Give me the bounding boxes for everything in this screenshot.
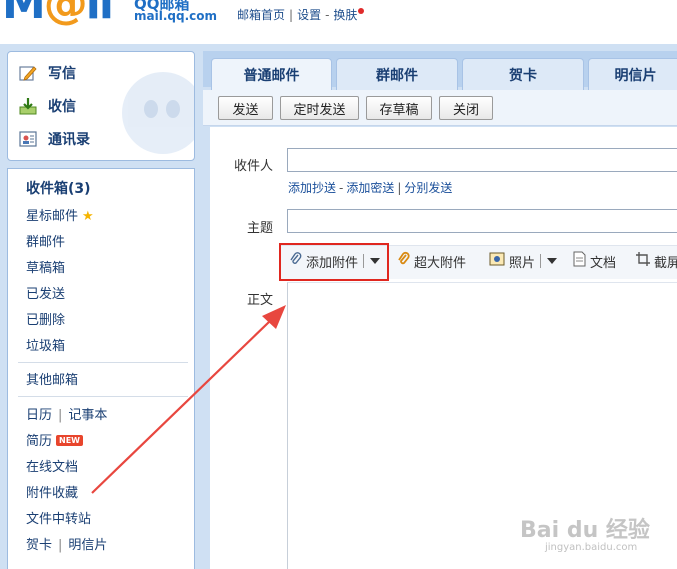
close-button[interactable]: 关闭 xyxy=(439,96,493,120)
new-badge: NEW xyxy=(56,435,83,446)
photo-icon xyxy=(489,252,505,270)
folder-group[interactable]: 群邮件 xyxy=(26,231,65,250)
download-icon xyxy=(18,96,38,116)
logo-letter: M xyxy=(2,0,46,29)
logo-domain: mail.qq.com xyxy=(134,9,217,23)
subject-label: 主题 xyxy=(247,221,274,236)
mascot-eye xyxy=(144,100,158,118)
large-paperclip-icon xyxy=(396,251,410,271)
folder-panel: 收件箱(3) 星标邮件 ★ 群邮件 草稿箱 已发送 已删除 垃圾箱 其他邮箱 日历… xyxy=(7,168,195,569)
separator: - xyxy=(325,8,330,22)
photo-button[interactable]: 照片 xyxy=(489,252,558,271)
send-button[interactable]: 发送 xyxy=(218,96,273,120)
folder-other[interactable]: 其他邮箱 xyxy=(26,369,78,388)
divider xyxy=(18,362,188,363)
attachments-link[interactable]: 附件收藏 xyxy=(26,482,78,501)
address-book-icon xyxy=(18,129,38,149)
separator: | xyxy=(58,538,63,553)
tab-group-mail[interactable]: 群邮件 xyxy=(336,58,458,90)
subject-input[interactable] xyxy=(287,209,677,233)
folder-starred-label: 星标邮件 xyxy=(26,209,79,224)
inbox-button[interactable]: 收信 xyxy=(18,93,76,119)
postcards-link[interactable]: 明信片 xyxy=(68,538,107,553)
app-header: M@il QQ邮箱 mail.qq.com 邮箱首页 | 设置 - 换肤 xyxy=(0,0,677,44)
chevron-down-icon[interactable] xyxy=(547,258,558,264)
cards-row: 贺卡 | 明信片 xyxy=(26,534,107,553)
calendar-link[interactable]: 日历 xyxy=(26,408,52,423)
add-bcc-link[interactable]: 添加密送 xyxy=(346,181,394,195)
resume-label: 简历 xyxy=(26,434,53,449)
folder-spam[interactable]: 垃圾箱 xyxy=(26,335,65,354)
notification-dot xyxy=(358,8,365,14)
folder-drafts[interactable]: 草稿箱 xyxy=(26,257,65,276)
mascot-eye xyxy=(166,100,180,118)
folder-sent[interactable]: 已发送 xyxy=(26,283,65,302)
quick-actions-panel: 写信 收信 通讯录 xyxy=(7,51,195,161)
separator: - xyxy=(339,181,344,195)
separator: | xyxy=(397,181,402,195)
watermark: Bai du 经验 xyxy=(520,518,650,543)
folder-inbox[interactable]: 收件箱(3) xyxy=(26,178,91,198)
mail-logo[interactable]: M@il xyxy=(2,0,114,29)
settings-link[interactable]: 设置 xyxy=(297,8,321,22)
large-attachment-button[interactable]: 超大附件 xyxy=(396,251,467,271)
divider xyxy=(18,396,188,397)
tab-normal-mail[interactable]: 普通邮件 xyxy=(211,58,332,90)
resume-link[interactable]: 简历 NEW xyxy=(26,430,83,449)
folder-deleted[interactable]: 已删除 xyxy=(26,309,65,328)
inbox-label: 收信 xyxy=(48,99,76,115)
contacts-button[interactable]: 通讯录 xyxy=(18,126,90,152)
divider xyxy=(540,254,542,268)
cc-links: 添加抄送 - 添加密送 | 分别发送 xyxy=(288,179,452,196)
online-docs-link[interactable]: 在线文档 xyxy=(26,456,78,475)
watermark-url: jingyan.baidu.com xyxy=(545,542,638,553)
home-link[interactable]: 邮箱首页 xyxy=(237,8,285,22)
transfer-station-link[interactable]: 文件中转站 xyxy=(26,508,91,527)
large-attachment-label: 超大附件 xyxy=(414,255,467,271)
tab-greeting-card[interactable]: 贺卡 xyxy=(462,58,584,90)
notes-link[interactable]: 记事本 xyxy=(68,408,107,423)
logo-tail: il xyxy=(85,0,114,29)
logo-o: @ xyxy=(43,0,88,29)
add-cc-link[interactable]: 添加抄送 xyxy=(288,181,336,195)
screenshot-icon xyxy=(636,252,650,270)
star-icon: ★ xyxy=(82,209,94,224)
document-button[interactable]: 文档 xyxy=(573,251,617,271)
highlight-box xyxy=(279,243,389,281)
separator: | xyxy=(289,8,294,22)
tab-postcard[interactable]: 明信片 xyxy=(588,58,677,90)
top-links: 邮箱首页 | 设置 - 换肤 xyxy=(237,6,365,23)
compose-label: 写信 xyxy=(48,66,76,82)
screenshot-button[interactable]: 截屏 xyxy=(636,252,677,271)
photo-label: 照片 xyxy=(509,255,536,271)
pencil-icon xyxy=(18,63,38,83)
body-label: 正文 xyxy=(247,293,274,308)
recipient-input[interactable] xyxy=(287,148,677,172)
screenshot-label: 截屏 xyxy=(654,255,677,271)
scheduled-send-button[interactable]: 定时发送 xyxy=(280,96,359,120)
save-draft-button[interactable]: 存草稿 xyxy=(366,96,432,120)
separate-send-link[interactable]: 分别发送 xyxy=(404,181,452,195)
qq-mascot-image xyxy=(122,72,194,154)
document-icon xyxy=(573,251,586,271)
document-label: 文档 xyxy=(590,255,617,271)
folder-starred[interactable]: 星标邮件 ★ xyxy=(26,205,94,224)
skin-link[interactable]: 换肤 xyxy=(333,8,357,22)
recipient-label: 收件人 xyxy=(234,159,274,174)
contacts-label: 通讯录 xyxy=(48,132,90,148)
separator: | xyxy=(58,408,63,423)
calendar-notes-row: 日历 | 记事本 xyxy=(26,404,107,423)
cards-link[interactable]: 贺卡 xyxy=(26,538,52,553)
compose-button[interactable]: 写信 xyxy=(18,60,76,86)
